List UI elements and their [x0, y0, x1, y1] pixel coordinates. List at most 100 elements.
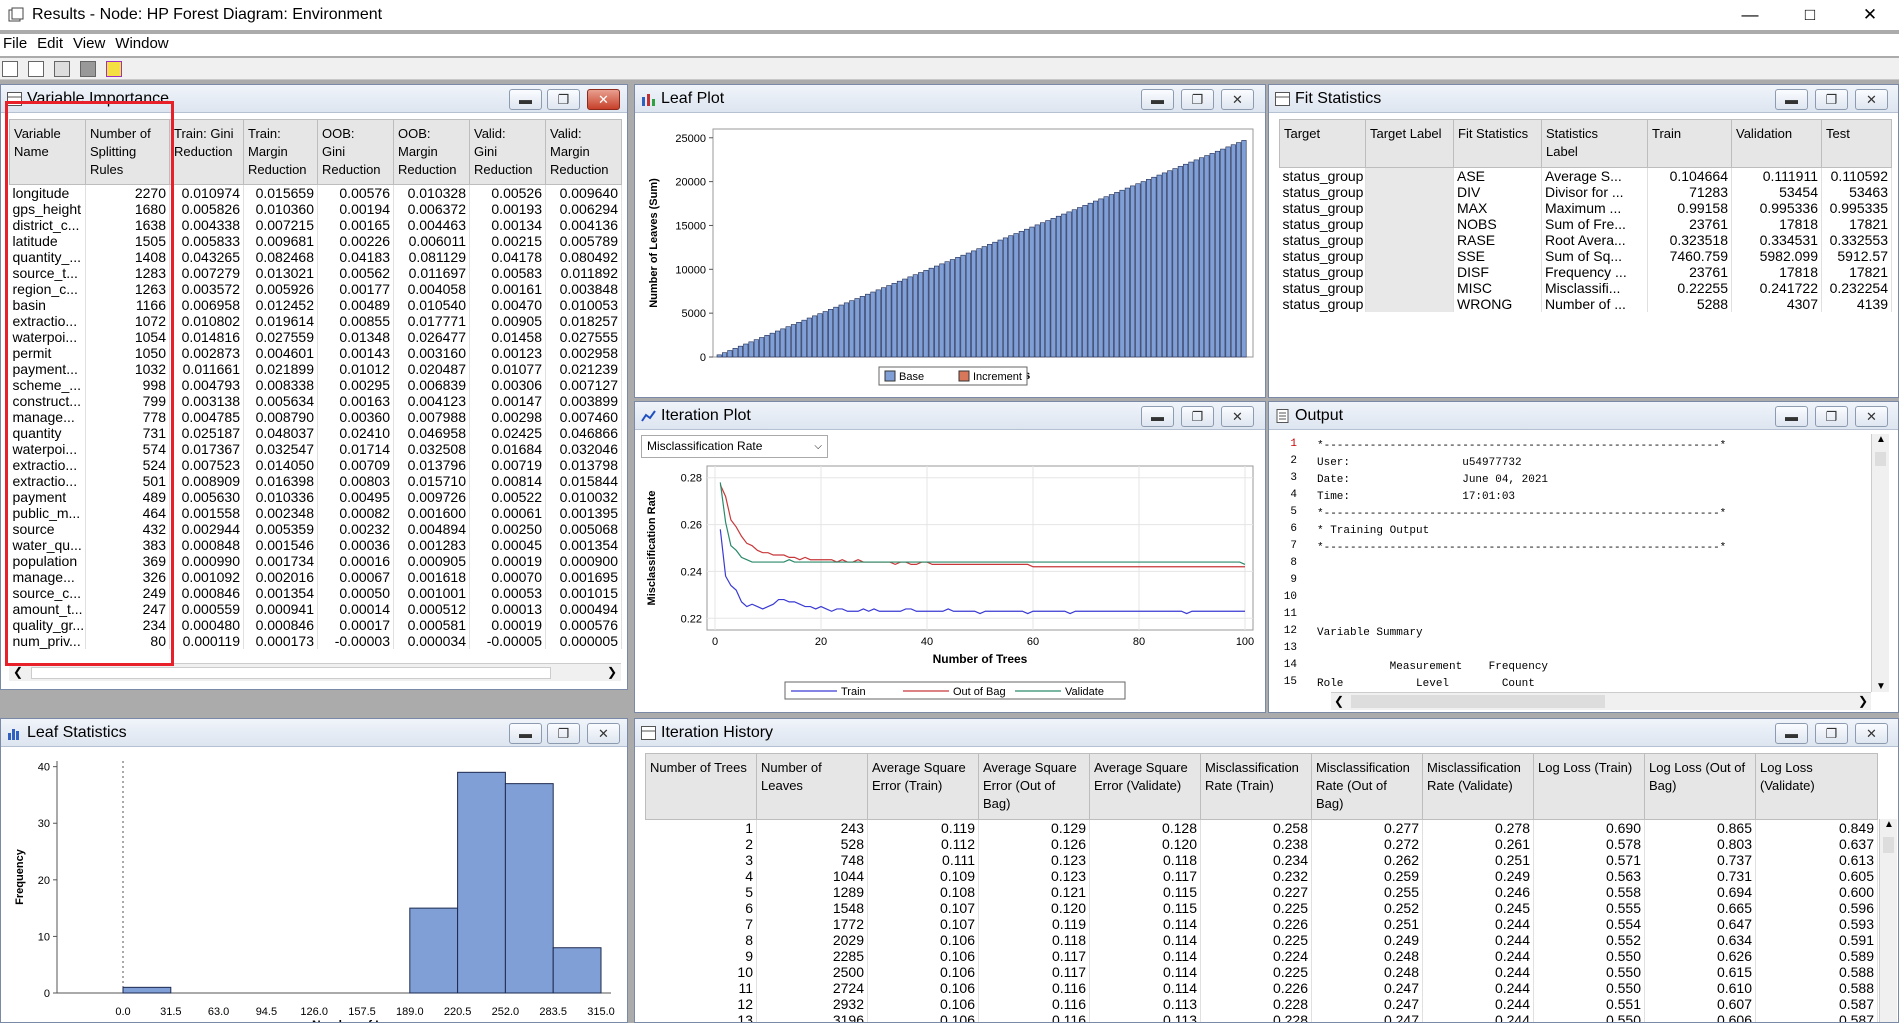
table-row[interactable]: basin 1166 0.006958 0.012452 0.00489 0.010540…	[9, 297, 622, 313]
column-header[interactable]: Target	[1279, 119, 1366, 168]
table-row[interactable]: 6 1548 0.107 0.120 0.115 0.225 0.252 0.245 0.555…	[645, 900, 1878, 916]
grid-icon[interactable]	[80, 61, 96, 77]
table-row[interactable]: status_group SSE Sum of Sq... 7460.759 5982.…	[1279, 248, 1892, 264]
maximize-button[interactable]: □	[1790, 3, 1830, 27]
minimize-button[interactable]: —	[1730, 3, 1770, 27]
table-row[interactable]: 4 1044 0.109 0.123 0.117 0.232 0.259 0.249 0.563…	[645, 868, 1878, 884]
close-icon[interactable]: ✕	[1221, 89, 1254, 110]
table-row[interactable]: public_m... 464 0.001558 0.002348 0.00082 0.0…	[9, 505, 622, 521]
minimize-icon[interactable]: ▬	[1775, 406, 1808, 427]
table-row[interactable]: construct... 799 0.003138 0.005634 0.00163 0.…	[9, 393, 622, 409]
menu-file[interactable]: File	[0, 34, 34, 52]
restore-icon[interactable]: ❐	[1181, 406, 1214, 427]
scroll-up-icon[interactable]: ▲	[1884, 819, 1894, 830]
table-row[interactable]: status_group DIV Divisor for ... 71283 53454…	[1279, 184, 1892, 200]
table-row[interactable]: district_c... 1638 0.004338 0.007215 0.00165…	[9, 217, 622, 233]
table-row[interactable]: 5 1289 0.108 0.121 0.115 0.227 0.255 0.246 0.558…	[645, 884, 1878, 900]
table-row[interactable]: latitude 1505 0.005833 0.009681 0.00226 0.006…	[9, 233, 622, 249]
column-header[interactable]: Number of Leaves	[756, 753, 868, 820]
table-row[interactable]: scheme_... 998 0.004793 0.008338 0.00295 0.00…	[9, 377, 622, 393]
column-header[interactable]: Validation	[1731, 119, 1822, 168]
column-header[interactable]: Number of Splitting Rules	[85, 119, 170, 185]
table-row[interactable]: source_t... 1283 0.007279 0.013021 0.00562 0.…	[9, 265, 622, 281]
close-icon[interactable]: ✕	[587, 89, 620, 110]
table-row[interactable]: extractio... 524 0.007523 0.014050 0.00709 0.…	[9, 457, 622, 473]
properties-icon[interactable]	[28, 61, 44, 77]
column-header[interactable]: Average Square Error (Train)	[867, 753, 979, 820]
table-row[interactable]: permit 1050 0.002873 0.004601 0.00143 0.00316…	[9, 345, 622, 361]
close-icon[interactable]: ✕	[1855, 406, 1888, 427]
close-icon[interactable]: ✕	[1855, 89, 1888, 110]
table-row[interactable]: status_group NOBS Sum of Fre... 23761 17818 1…	[1279, 216, 1892, 232]
scroll-up-icon[interactable]: ▲	[1876, 434, 1886, 445]
table-row[interactable]: population 369 0.000990 0.001734 0.00016 0.00…	[9, 553, 622, 569]
column-header[interactable]: Average Square Error (Out of Bag)	[978, 753, 1090, 820]
table-row[interactable]: source 432 0.002944 0.005359 0.00232 0.004894…	[9, 521, 622, 537]
scroll-left-icon[interactable]: ❮	[13, 665, 23, 679]
close-button[interactable]: ✕	[1850, 3, 1890, 27]
table-row[interactable]: extractio... 501 0.008909 0.016398 0.00803 0.…	[9, 473, 622, 489]
restore-icon[interactable]: ❐	[1815, 406, 1848, 427]
table-row[interactable]: status_group DISF Frequency ... 23761 17818 1…	[1279, 264, 1892, 280]
restore-icon[interactable]: ❐	[1181, 89, 1214, 110]
table-row[interactable]: 1 243 0.119 0.129 0.128 0.258 0.277 0.278 0.690 0…	[645, 819, 1878, 836]
column-header[interactable]: Number of Trees	[645, 753, 757, 820]
table-row[interactable]: status_group RASE Root Avera... 0.323518 0.3…	[1279, 232, 1892, 248]
table-row[interactable]: source_c... 249 0.000846 0.001354 0.00050 0.0…	[9, 585, 622, 601]
column-header[interactable]: Valid: Gini Reduction	[469, 119, 546, 185]
scroll-thumb[interactable]	[1351, 695, 1605, 708]
table-row[interactable]: gps_height 1680 0.005826 0.010360 0.00194 0.0…	[9, 201, 622, 217]
table-row[interactable]: num_priv... 80 0.000119 0.000173 -0.00003 0.0…	[9, 633, 622, 649]
table-row[interactable]: status_group ASE Average S... 0.104664 0.111…	[1279, 167, 1892, 184]
column-header[interactable]: Statistics Label	[1541, 119, 1648, 168]
restore-icon[interactable]: ❐	[1815, 89, 1848, 110]
close-icon[interactable]: ✕	[1855, 723, 1888, 744]
column-header[interactable]: Variable Name	[9, 119, 86, 185]
minimize-icon[interactable]: ▬	[1775, 89, 1808, 110]
column-header[interactable]: Valid: Margin Reduction	[545, 119, 622, 185]
scroll-down-icon[interactable]: ▼	[1876, 681, 1886, 692]
table-row[interactable]: amount_t... 247 0.000559 0.000941 0.00014 0.0…	[9, 601, 622, 617]
column-header[interactable]: Train: Margin Reduction	[243, 119, 318, 185]
table-row[interactable]: 9 2285 0.106 0.117 0.114 0.224 0.248 0.244 0.550…	[645, 948, 1878, 964]
column-header[interactable]: Log Loss (Validate)	[1755, 753, 1878, 820]
column-header[interactable]: Target Label	[1365, 119, 1454, 168]
vertical-scrollbar[interactable]: ▲	[1879, 819, 1897, 1022]
menu-view[interactable]: View	[70, 34, 112, 52]
vertical-scrollbar[interactable]: ▲ ▼	[1871, 434, 1889, 692]
restore-icon[interactable]: ❐	[547, 89, 580, 110]
horizontal-scrollbar[interactable]: ❮ ❯	[9, 663, 621, 681]
restore-icon[interactable]: ❐	[547, 723, 580, 744]
table-row[interactable]: quality_gr... 234 0.000480 0.000846 0.00017 0…	[9, 617, 622, 633]
table-row[interactable]: 7 1772 0.107 0.119 0.114 0.226 0.251 0.244 0.554…	[645, 916, 1878, 932]
table-row[interactable]: status_group WRONG Number of ... 5288 4307 41…	[1279, 296, 1892, 312]
column-header[interactable]: Log Loss (Out of Bag)	[1644, 753, 1756, 820]
minimize-icon[interactable]: ▬	[1141, 89, 1174, 110]
column-header[interactable]: Fit Statistics	[1453, 119, 1542, 168]
table-row[interactable]: manage... 326 0.001092 0.002016 0.00067 0.001…	[9, 569, 622, 585]
print-icon[interactable]	[54, 61, 70, 77]
column-header[interactable]: Misclassification Rate (Out of Bag)	[1311, 753, 1423, 820]
column-header[interactable]: Average Square Error (Validate)	[1089, 753, 1201, 820]
table-row[interactable]: waterpoi... 574 0.017367 0.032547 0.01714 0.0…	[9, 441, 622, 457]
scroll-thumb[interactable]	[1875, 452, 1886, 466]
table-row[interactable]: 10 2500 0.106 0.117 0.114 0.225 0.248 0.244 0.55…	[645, 964, 1878, 980]
column-header[interactable]: Train	[1647, 119, 1732, 168]
column-header[interactable]: Log Loss (Train)	[1533, 753, 1645, 820]
table-row[interactable]: 11 2724 0.106 0.116 0.114 0.226 0.247 0.244 0.55…	[645, 980, 1878, 996]
scroll-right-icon[interactable]: ❯	[1858, 694, 1868, 708]
table-row[interactable]: status_group MISC Misclassifi... 0.22255 0.2…	[1279, 280, 1892, 296]
scroll-thumb[interactable]	[31, 667, 551, 679]
scroll-left-icon[interactable]: ❮	[1334, 694, 1344, 708]
table-row[interactable]: quantity 731 0.025187 0.048037 0.02410 0.0469…	[9, 425, 622, 441]
statistic-dropdown[interactable]: Misclassification Rate ⌵	[641, 435, 828, 458]
table-row[interactable]: water_qu... 383 0.000848 0.001546 0.00036 0.0…	[9, 537, 622, 553]
table-row[interactable]: longitude 2270 0.010974 0.015659 0.00576 0.01…	[9, 184, 622, 201]
table-row[interactable]: manage... 778 0.004785 0.008790 0.00360 0.007…	[9, 409, 622, 425]
menu-window[interactable]: Window	[112, 34, 175, 52]
table-row[interactable]: quantity_... 1408 0.043265 0.082468 0.04183 0…	[9, 249, 622, 265]
table-row[interactable]: extractio... 1072 0.010802 0.019614 0.00855 0…	[9, 313, 622, 329]
new-doc-icon[interactable]	[2, 61, 18, 77]
table-row[interactable]: 3 748 0.111 0.123 0.118 0.234 0.262 0.251 0.571 0…	[645, 852, 1878, 868]
column-header[interactable]: OOB: Gini Reduction	[317, 119, 394, 185]
